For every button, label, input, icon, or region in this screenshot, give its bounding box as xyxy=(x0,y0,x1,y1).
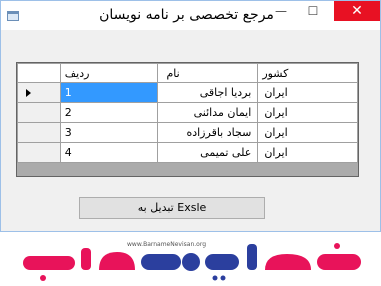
close-button[interactable]: ✕ xyxy=(334,1,380,21)
cell-name[interactable]: علی تمیمی xyxy=(157,142,259,163)
cell-country[interactable]: ایران xyxy=(257,82,358,103)
barnamenevisan-logo: www.BarnameNevisan.org xyxy=(23,241,361,281)
cell-country[interactable]: ایران xyxy=(257,122,358,143)
cell-id[interactable]: 2 xyxy=(59,102,159,123)
cell-country[interactable]: ایران xyxy=(257,142,358,163)
title-bar: مرجع تخصصی بر نامه نویسان — ☐ ✕ xyxy=(1,1,380,30)
column-header-country[interactable]: کشور xyxy=(257,63,358,83)
cell-name[interactable]: سجاد باقرزاده xyxy=(157,122,259,143)
cell-name[interactable]: بردیا اجاقی xyxy=(157,82,259,103)
cell-country[interactable]: ایران xyxy=(257,102,358,123)
cell-id[interactable]: 1 xyxy=(59,82,159,103)
maximize-button[interactable]: ☐ xyxy=(300,1,326,21)
grid-header-row: ردیف نام کشور xyxy=(17,63,358,83)
row-header[interactable] xyxy=(17,82,61,103)
table-row[interactable]: 1 بردیا اجاقی ایران xyxy=(17,82,358,103)
row-header[interactable] xyxy=(17,102,61,123)
current-row-arrow-icon xyxy=(26,89,31,97)
data-grid[interactable]: ردیف نام کشور 1 بردیا اجاقی ایران 2 ایما… xyxy=(16,62,359,177)
row-header[interactable] xyxy=(17,142,61,163)
table-row[interactable]: 4 علی تمیمی ایران xyxy=(17,142,358,163)
cell-id[interactable]: 3 xyxy=(59,122,159,143)
table-row[interactable]: 2 ایمان مدائنی ایران xyxy=(17,102,358,123)
grid-table: ردیف نام کشور 1 بردیا اجاقی ایران 2 ایما… xyxy=(17,63,358,163)
grid-corner-header[interactable] xyxy=(17,63,61,83)
cell-name[interactable]: ایمان مدائنی xyxy=(157,102,259,123)
convert-to-excel-button[interactable]: تبدیل به Exsle xyxy=(79,197,265,219)
app-window: مرجع تخصصی بر نامه نویسان — ☐ ✕ ردیف نام… xyxy=(0,0,381,232)
table-row[interactable]: 3 سجاد باقرزاده ایران xyxy=(17,122,358,143)
column-header-id[interactable]: ردیف xyxy=(59,63,159,83)
column-header-name[interactable]: نام xyxy=(157,63,259,83)
cell-id[interactable]: 4 xyxy=(59,142,159,163)
logo-wordmark xyxy=(23,243,361,281)
row-header[interactable] xyxy=(17,122,61,143)
minimize-button[interactable]: — xyxy=(268,1,294,21)
logo-url-text: www.BarnameNevisan.org xyxy=(127,241,206,248)
